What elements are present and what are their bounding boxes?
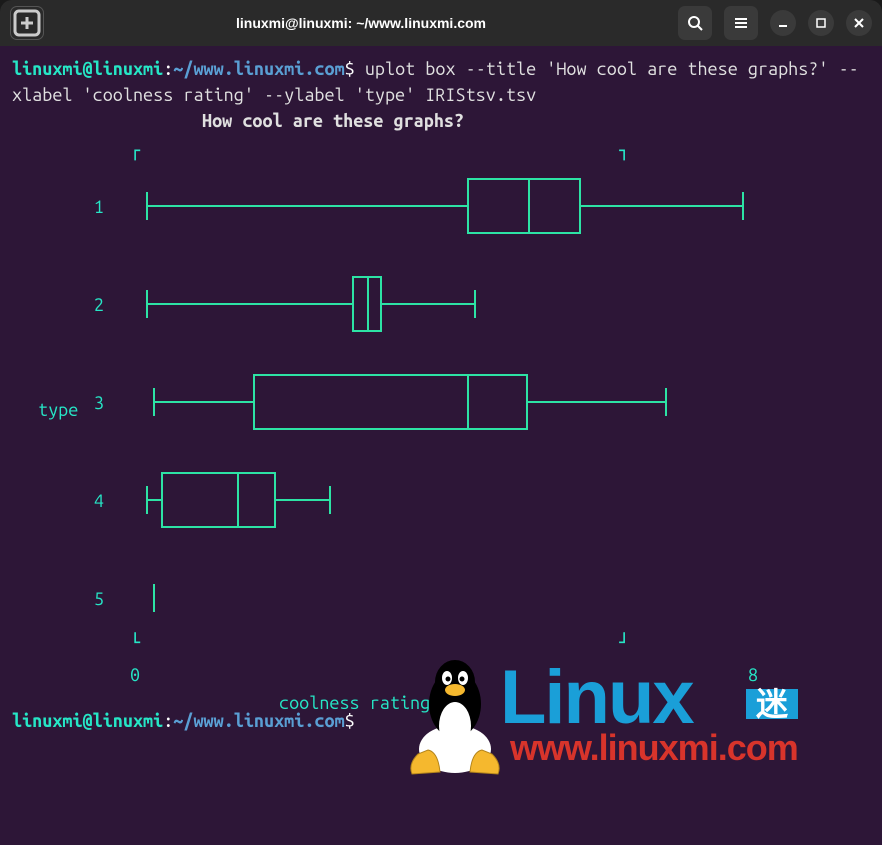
whisker-line [153, 401, 253, 403]
hamburger-icon [733, 15, 749, 31]
close-button[interactable] [846, 10, 872, 36]
search-button[interactable] [678, 6, 712, 40]
whisker-cap-r [474, 290, 476, 318]
prompt-user: linuxmi@linuxmi [12, 59, 163, 79]
y-tick-2: 2 [94, 292, 104, 318]
chart-area: type 1 2 3 4 5 ┌ ┐ └ ┘ 0 4 8 coolness ra… [12, 142, 870, 702]
titlebar-right [678, 6, 872, 40]
whisker-line [146, 303, 352, 305]
whisker-line [146, 499, 161, 501]
x-axis-label: coolness rating [279, 690, 430, 716]
new-tab-icon [11, 7, 43, 39]
search-icon [687, 15, 703, 31]
whisker-cap-r [329, 486, 331, 514]
minimize-icon [777, 17, 789, 29]
watermark-url: www.linuxmi.com [510, 735, 798, 761]
median [467, 374, 469, 430]
prompt-dollar: $ [345, 59, 355, 79]
whisker-line-r [276, 499, 329, 501]
y-tick-5: 5 [94, 586, 104, 612]
x-tick-4: 4 [441, 662, 451, 688]
new-tab-button[interactable] [10, 6, 44, 40]
x-tick-0: 0 [130, 662, 140, 688]
median [367, 276, 369, 332]
axis-tl-tick: ┌ [130, 138, 140, 164]
y-axis-label: type [38, 397, 78, 423]
command-line-1: linuxmi@linuxmi:~/www.linuxmi.com$ uplot… [12, 56, 870, 108]
whisker-cap-r [742, 192, 744, 220]
prompt-user: linuxmi@linuxmi [12, 711, 163, 731]
menu-button[interactable] [724, 6, 758, 40]
x-tick-8: 8 [748, 662, 758, 688]
whisker-line [146, 205, 467, 207]
prompt-colon: : [163, 711, 173, 731]
titlebar-left [10, 6, 44, 40]
maximize-button[interactable] [808, 10, 834, 36]
command-line-2: linuxmi@linuxmi:~/www.linuxmi.com$ [12, 708, 870, 734]
whisker-line-r [528, 401, 665, 403]
chart-title: How cool are these graphs? [202, 108, 870, 134]
maximize-icon [815, 17, 827, 29]
y-tick-1: 1 [94, 194, 104, 220]
y-tick-4: 4 [94, 488, 104, 514]
box [161, 472, 276, 528]
plot-region: ┌ ┐ └ ┘ 0 4 8 coolness rating [124, 142, 844, 702]
axis-bl-tick: └ [130, 630, 140, 656]
prompt-colon: : [163, 59, 173, 79]
minimize-button[interactable] [770, 10, 796, 36]
whisker-cap-r [665, 388, 667, 416]
axis-tr-tick: ┐ [619, 138, 629, 164]
y-tick-3: 3 [94, 390, 104, 416]
median [528, 178, 530, 234]
title-bar: linuxmi@linuxmi: ~/www.linuxmi.com [0, 0, 882, 46]
single-line [153, 584, 155, 612]
box [467, 178, 581, 234]
terminal-body[interactable]: linuxmi@linuxmi:~/www.linuxmi.com$ uplot… [0, 46, 882, 845]
close-icon [853, 17, 865, 29]
whisker-line-r [382, 303, 474, 305]
box [253, 374, 528, 430]
axis-br-tick: ┘ [619, 630, 629, 656]
whisker-line-r [581, 205, 742, 207]
window-title: linuxmi@linuxmi: ~/www.linuxmi.com [44, 15, 678, 31]
prompt-path: ~/www.linuxmi.com [173, 59, 344, 79]
median [237, 472, 239, 528]
